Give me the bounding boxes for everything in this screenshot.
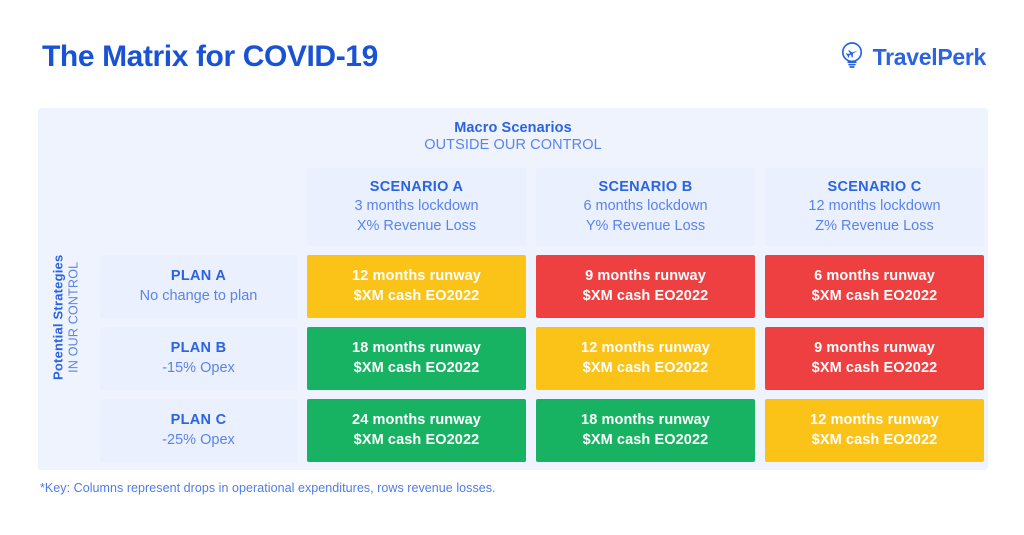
matrix-grid: SCENARIO A 3 months lockdown X% Revenue … bbox=[100, 168, 984, 462]
macro-scenarios-banner: Macro Scenarios OUTSIDE OUR CONTROL bbox=[38, 108, 988, 164]
matrix-cell-a1: 12 months runway $XM cash EO2022 bbox=[307, 255, 526, 318]
column-header-title: SCENARIO B bbox=[598, 179, 693, 196]
matrix-cell-runway: 12 months runway bbox=[810, 412, 939, 429]
matrix-cell-cash: $XM cash EO2022 bbox=[582, 287, 709, 304]
matrix-cell-runway: 18 months runway bbox=[581, 412, 710, 429]
column-header-scenario-c: SCENARIO C 12 months lockdown Z% Revenue… bbox=[765, 168, 984, 246]
column-header-title: SCENARIO C bbox=[827, 179, 922, 196]
matrix-cell-b1: 18 months runway $XM cash EO2022 bbox=[307, 327, 526, 390]
matrix-cell-b3: 9 months runway $XM cash EO2022 bbox=[765, 327, 984, 390]
column-header-scenario-a: SCENARIO A 3 months lockdown X% Revenue … bbox=[307, 168, 526, 246]
potential-strategies-rail: Potential Strategies IN OUR CONTROL bbox=[38, 164, 94, 470]
matrix-cell-b2: 12 months runway $XM cash EO2022 bbox=[536, 327, 755, 390]
column-header-line2: 3 months lockdown bbox=[354, 198, 479, 215]
row-header-title: PLAN C bbox=[170, 412, 227, 429]
brand-name: TravelPerk bbox=[872, 43, 987, 70]
row-header-plan-a: PLAN A No change to plan bbox=[100, 255, 297, 318]
macro-scenarios-subtitle: OUTSIDE OUR CONTROL bbox=[424, 136, 602, 153]
column-header-line3: Z% Revenue Loss bbox=[815, 217, 934, 234]
row-header-line2: -15% Opex bbox=[162, 359, 235, 376]
matrix-cell-c1: 24 months runway $XM cash EO2022 bbox=[307, 399, 526, 462]
grid-corner-blank bbox=[100, 168, 297, 246]
matrix-cell-runway: 6 months runway bbox=[814, 268, 935, 285]
row-header-line2: -25% Opex bbox=[162, 431, 235, 448]
column-header-line2: 6 months lockdown bbox=[583, 198, 708, 215]
matrix-cell-cash: $XM cash EO2022 bbox=[811, 359, 938, 376]
matrix-cell-a3: 6 months runway $XM cash EO2022 bbox=[765, 255, 984, 318]
row-header-plan-c: PLAN C -25% Opex bbox=[100, 399, 297, 462]
page-title: The Matrix for COVID-19 bbox=[42, 40, 378, 73]
header: The Matrix for COVID-19 TravelPerk bbox=[42, 34, 986, 80]
column-header-title: SCENARIO A bbox=[369, 179, 464, 196]
brand-logo: TravelPerk bbox=[839, 41, 986, 74]
matrix-cell-a2: 9 months runway $XM cash EO2022 bbox=[536, 255, 755, 318]
matrix-cell-runway: 18 months runway bbox=[352, 340, 481, 357]
potential-strategies-title: Potential Strategies bbox=[50, 254, 66, 380]
matrix-cell-cash: $XM cash EO2022 bbox=[811, 287, 938, 304]
matrix-cell-runway: 12 months runway bbox=[352, 268, 481, 285]
matrix-cell-runway: 9 months runway bbox=[814, 340, 935, 357]
matrix-cell-cash: $XM cash EO2022 bbox=[353, 359, 480, 376]
matrix-cell-cash: $XM cash EO2022 bbox=[353, 287, 480, 304]
matrix-cell-runway: 12 months runway bbox=[581, 340, 710, 357]
matrix-cell-cash: $XM cash EO2022 bbox=[582, 431, 709, 448]
row-header-title: PLAN A bbox=[170, 268, 227, 285]
lightbulb-airplane-icon bbox=[839, 41, 865, 74]
column-header-line2: 12 months lockdown bbox=[808, 198, 941, 215]
column-header-scenario-b: SCENARIO B 6 months lockdown Y% Revenue … bbox=[536, 168, 755, 246]
column-header-line3: Y% Revenue Loss bbox=[585, 217, 706, 234]
matrix-panel: Macro Scenarios OUTSIDE OUR CONTROL Pote… bbox=[38, 108, 988, 470]
infographic-page: The Matrix for COVID-19 TravelPerk Macro… bbox=[0, 0, 1024, 535]
row-header-title: PLAN B bbox=[170, 340, 227, 357]
footnote-key: *Key: Columns represent drops in operati… bbox=[40, 481, 496, 495]
row-header-line2: No change to plan bbox=[139, 287, 258, 304]
matrix-cell-c2: 18 months runway $XM cash EO2022 bbox=[536, 399, 755, 462]
potential-strategies-subtitle: IN OUR CONTROL bbox=[66, 261, 81, 373]
matrix-cell-c3: 12 months runway $XM cash EO2022 bbox=[765, 399, 984, 462]
column-header-line3: X% Revenue Loss bbox=[356, 217, 477, 234]
matrix-cell-cash: $XM cash EO2022 bbox=[353, 431, 480, 448]
row-header-plan-b: PLAN B -15% Opex bbox=[100, 327, 297, 390]
matrix-cell-cash: $XM cash EO2022 bbox=[811, 431, 938, 448]
macro-scenarios-title: Macro Scenarios bbox=[454, 119, 572, 136]
matrix-cell-runway: 9 months runway bbox=[585, 268, 706, 285]
matrix-cell-cash: $XM cash EO2022 bbox=[582, 359, 709, 376]
matrix-cell-runway: 24 months runway bbox=[352, 412, 481, 429]
